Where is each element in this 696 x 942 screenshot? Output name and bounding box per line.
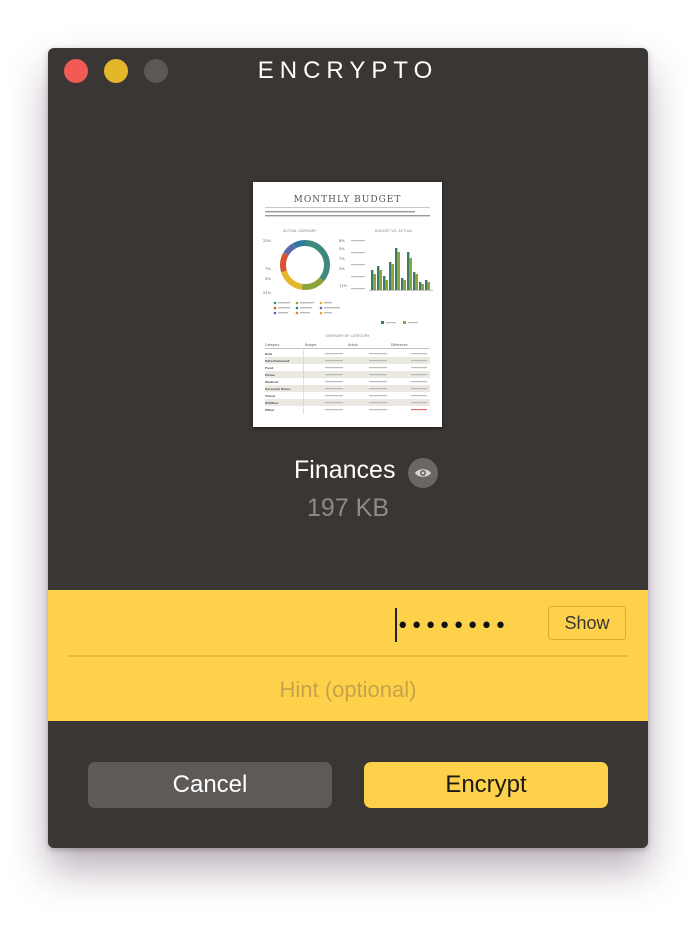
preview-row-label: Home (265, 373, 275, 377)
preview-row-label: Personal Items (265, 387, 291, 391)
preview-header-actual: Actual (348, 343, 358, 347)
svg-text:3%: 3% (265, 277, 271, 281)
encrypt-button[interactable]: Encrypt (364, 762, 608, 808)
eye-icon (415, 469, 431, 477)
encrypto-window: ENCRYPTO MONTHLY BUDGET ACTUAL SUMMARY B… (48, 48, 648, 848)
text-caret (395, 608, 397, 642)
preview-row-label: Kids (265, 352, 273, 356)
preview-row-label: Entertainment (265, 359, 290, 363)
preview-row-label: Food (265, 366, 273, 370)
file-name: Finances (294, 456, 396, 484)
svg-text:17%: 17% (339, 284, 348, 288)
preview-table-title: SUMMARY BY CATEGORY (325, 334, 370, 338)
password-input[interactable] (88, 608, 508, 644)
document-thumbnail-image: MONTHLY BUDGET ACTUAL SUMMARY BUDGET VS.… (253, 182, 442, 427)
cancel-button[interactable]: Cancel (88, 762, 332, 808)
preview-row-label: Travel (265, 394, 275, 398)
preview-heading: MONTHLY BUDGET (294, 195, 402, 205)
app-title: ENCRYPTO (257, 57, 439, 84)
field-divider (68, 655, 628, 657)
hint-input[interactable] (68, 672, 628, 708)
svg-text:23%: 23% (263, 239, 272, 243)
svg-text:7%: 7% (265, 267, 271, 271)
file-preview-thumbnail[interactable]: MONTHLY BUDGET ACTUAL SUMMARY BUDGET VS.… (253, 182, 442, 427)
preview-row-label: Utilities (265, 401, 278, 405)
show-password-button[interactable]: Show (548, 606, 626, 640)
file-size: 197 KB (306, 494, 389, 522)
password-panel: Show (48, 590, 648, 721)
preview-left-chart-title: ACTUAL SUMMARY (283, 229, 317, 233)
svg-text:21%: 21% (263, 291, 272, 295)
preview-row-label: Other (265, 408, 275, 412)
svg-text:8%: 8% (339, 239, 345, 243)
preview-row-label: Medical (265, 380, 278, 384)
quick-look-button[interactable] (408, 458, 438, 488)
preview-header-category: Category (265, 343, 280, 347)
svg-text:7%: 7% (339, 257, 345, 261)
svg-text:5%: 5% (339, 247, 345, 251)
preview-right-chart-title: BUDGET VS. ACTUAL (375, 229, 412, 233)
preview-header-difference: Difference (391, 343, 407, 347)
preview-header-budget: Budget (305, 343, 317, 347)
svg-text:3%: 3% (339, 267, 345, 271)
